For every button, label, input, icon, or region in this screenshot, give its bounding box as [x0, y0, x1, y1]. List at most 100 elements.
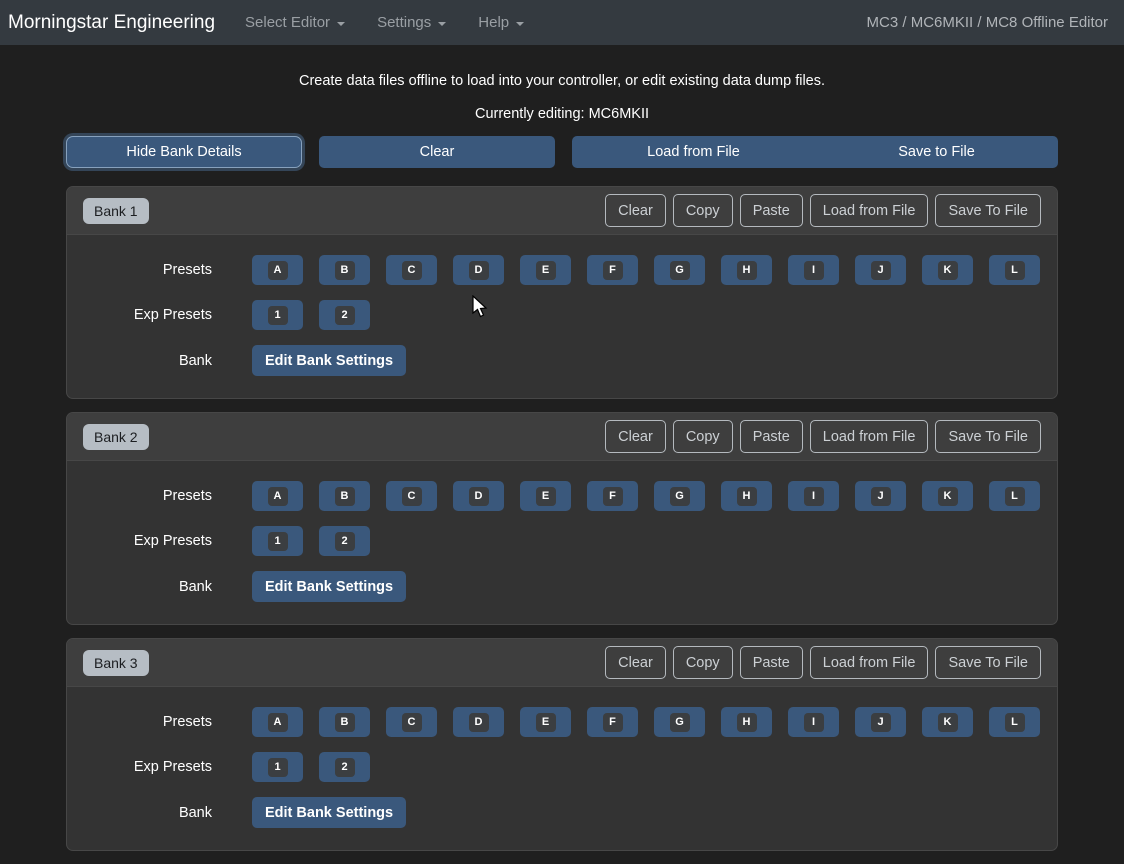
preset-letter-badge: J [871, 713, 891, 732]
load-from-file-button[interactable]: Load from File [572, 136, 815, 168]
preset-l-button[interactable]: L [989, 255, 1040, 285]
exp-preset-1-button[interactable]: 1 [252, 752, 303, 782]
preset-letter-badge: I [804, 487, 824, 506]
preset-a-button[interactable]: A [252, 481, 303, 511]
preset-i-button[interactable]: I [788, 707, 839, 737]
preset-j-button[interactable]: J [855, 255, 906, 285]
preset-h-button[interactable]: H [721, 255, 772, 285]
hide-bank-details-button[interactable]: Hide Bank Details [66, 136, 302, 168]
bank-header: Bank 1 ClearCopyPasteLoad from FileSave … [67, 187, 1057, 235]
preset-a-button[interactable]: A [252, 255, 303, 285]
preset-buttons: A BC D E F G H I J KL [252, 255, 1040, 285]
nav-menu: Select Editor Settings Help [229, 6, 867, 39]
bank-badge[interactable]: Bank 2 [83, 424, 149, 450]
preset-c-button[interactable]: C [386, 255, 437, 285]
preset-b-button[interactable]: B [319, 255, 370, 285]
edit-bank-settings-button[interactable]: Edit Bank Settings [252, 571, 406, 602]
currently-editing-text: Currently editing: MC6MKII [66, 106, 1058, 122]
editor-title-text: MC3 / MC6MKII / MC8 Offline Editor [867, 14, 1108, 31]
preset-d-button[interactable]: D [453, 707, 504, 737]
preset-e-button[interactable]: E [520, 255, 571, 285]
preset-a-button[interactable]: A [252, 707, 303, 737]
preset-letter-badge: H [737, 261, 757, 280]
preset-c-button[interactable]: C [386, 707, 437, 737]
preset-letter-badge: C [402, 713, 422, 732]
preset-letter-badge: I [804, 261, 824, 280]
bank-copy-button[interactable]: Copy [673, 194, 733, 227]
save-to-file-button[interactable]: Save to File [815, 136, 1058, 168]
bank-settings-row: Bank Edit Bank Settings [67, 797, 1057, 828]
preset-j-button[interactable]: J [855, 481, 906, 511]
preset-letter-badge: J [871, 261, 891, 280]
preset-l-button[interactable]: L [989, 481, 1040, 511]
preset-b-button[interactable]: B [319, 481, 370, 511]
bank-load-from-file-button[interactable]: Load from File [810, 194, 929, 227]
preset-d-button[interactable]: D [453, 481, 504, 511]
edit-bank-settings-button[interactable]: Edit Bank Settings [252, 345, 406, 376]
brand-link[interactable]: Morningstar Engineering [8, 12, 215, 34]
bank-body: Presets ABCDEFGHIJKL Exp Presets 12 Bank… [67, 687, 1057, 850]
bank-paste-button[interactable]: Paste [740, 194, 803, 227]
preset-h-button[interactable]: H [721, 481, 772, 511]
preset-f-button[interactable]: F [587, 707, 638, 737]
edit-bank-settings-button[interactable]: Edit Bank Settings [252, 797, 406, 828]
preset-letter-badge: D [469, 487, 489, 506]
preset-e-button[interactable]: E [520, 481, 571, 511]
preset-j-button[interactable]: J [855, 707, 906, 737]
bank-body: Presets ABCDEFGHIJKL Exp Presets 12 Bank… [67, 235, 1057, 398]
caret-down-icon [438, 22, 446, 26]
caret-down-icon [516, 22, 524, 26]
nav-item-select-editor[interactable]: Select Editor [229, 6, 361, 39]
preset-e-button[interactable]: E [520, 707, 571, 737]
bank-paste-button[interactable]: Paste [740, 646, 803, 679]
preset-f-button[interactable]: F [587, 481, 638, 511]
bank-save-to-file-button[interactable]: Save To File [935, 420, 1041, 453]
preset-l-button[interactable]: L [989, 707, 1040, 737]
bank-clear-button[interactable]: Clear [605, 646, 666, 679]
preset-letter-badge: I [804, 713, 824, 732]
preset-f-button[interactable]: F [587, 255, 638, 285]
preset-buttons: ABC D EFG H I JK L [252, 481, 1040, 511]
preset-g-button[interactable]: G [654, 481, 705, 511]
bank-paste-button[interactable]: Paste [740, 420, 803, 453]
preset-k-button[interactable]: K [922, 255, 973, 285]
exp-preset-1-button[interactable]: 1 [252, 526, 303, 556]
preset-d-button[interactable]: D [453, 255, 504, 285]
preset-i-button[interactable]: I [788, 255, 839, 285]
preset-b-button[interactable]: B [319, 707, 370, 737]
preset-letter-badge: F [603, 261, 623, 280]
bank-save-to-file-button[interactable]: Save To File [935, 646, 1041, 679]
bank-load-from-file-button[interactable]: Load from File [810, 420, 929, 453]
preset-letter-badge: A [268, 261, 288, 280]
bank-copy-button[interactable]: Copy [673, 420, 733, 453]
bank-clear-button[interactable]: Clear [605, 194, 666, 227]
preset-g-button[interactable]: G [654, 255, 705, 285]
bank-settings-row: Bank Edit Bank Settings [67, 571, 1057, 602]
exp-preset-2-button[interactable]: 2 [319, 526, 370, 556]
clear-all-button[interactable]: Clear [319, 136, 555, 168]
preset-letter-badge: H [737, 487, 757, 506]
bank-save-to-file-button[interactable]: Save To File [935, 194, 1041, 227]
preset-letter-badge: L [1005, 487, 1025, 506]
bank-badge[interactable]: Bank 3 [83, 650, 149, 676]
preset-letter-badge: D [469, 261, 489, 280]
nav-item-settings[interactable]: Settings [361, 6, 462, 39]
bank-badge[interactable]: Bank 1 [83, 198, 149, 224]
nav-item-help[interactable]: Help [462, 6, 540, 39]
file-button-group: Load from File Save to File [572, 136, 1058, 168]
bank-label: Bank [67, 579, 212, 595]
exp-preset-1-button[interactable]: 1 [252, 300, 303, 330]
preset-k-button[interactable]: K [922, 481, 973, 511]
preset-letter-badge: A [268, 713, 288, 732]
preset-c-button[interactable]: C [386, 481, 437, 511]
preset-k-button[interactable]: K [922, 707, 973, 737]
bank-copy-button[interactable]: Copy [673, 646, 733, 679]
preset-i-button[interactable]: I [788, 481, 839, 511]
bank-clear-button[interactable]: Clear [605, 420, 666, 453]
exp-preset-2-button[interactable]: 2 [319, 752, 370, 782]
bank-load-from-file-button[interactable]: Load from File [810, 646, 929, 679]
preset-g-button[interactable]: G [654, 707, 705, 737]
bank-label: Bank [67, 805, 212, 821]
exp-preset-2-button[interactable]: 2 [319, 300, 370, 330]
preset-h-button[interactable]: H [721, 707, 772, 737]
